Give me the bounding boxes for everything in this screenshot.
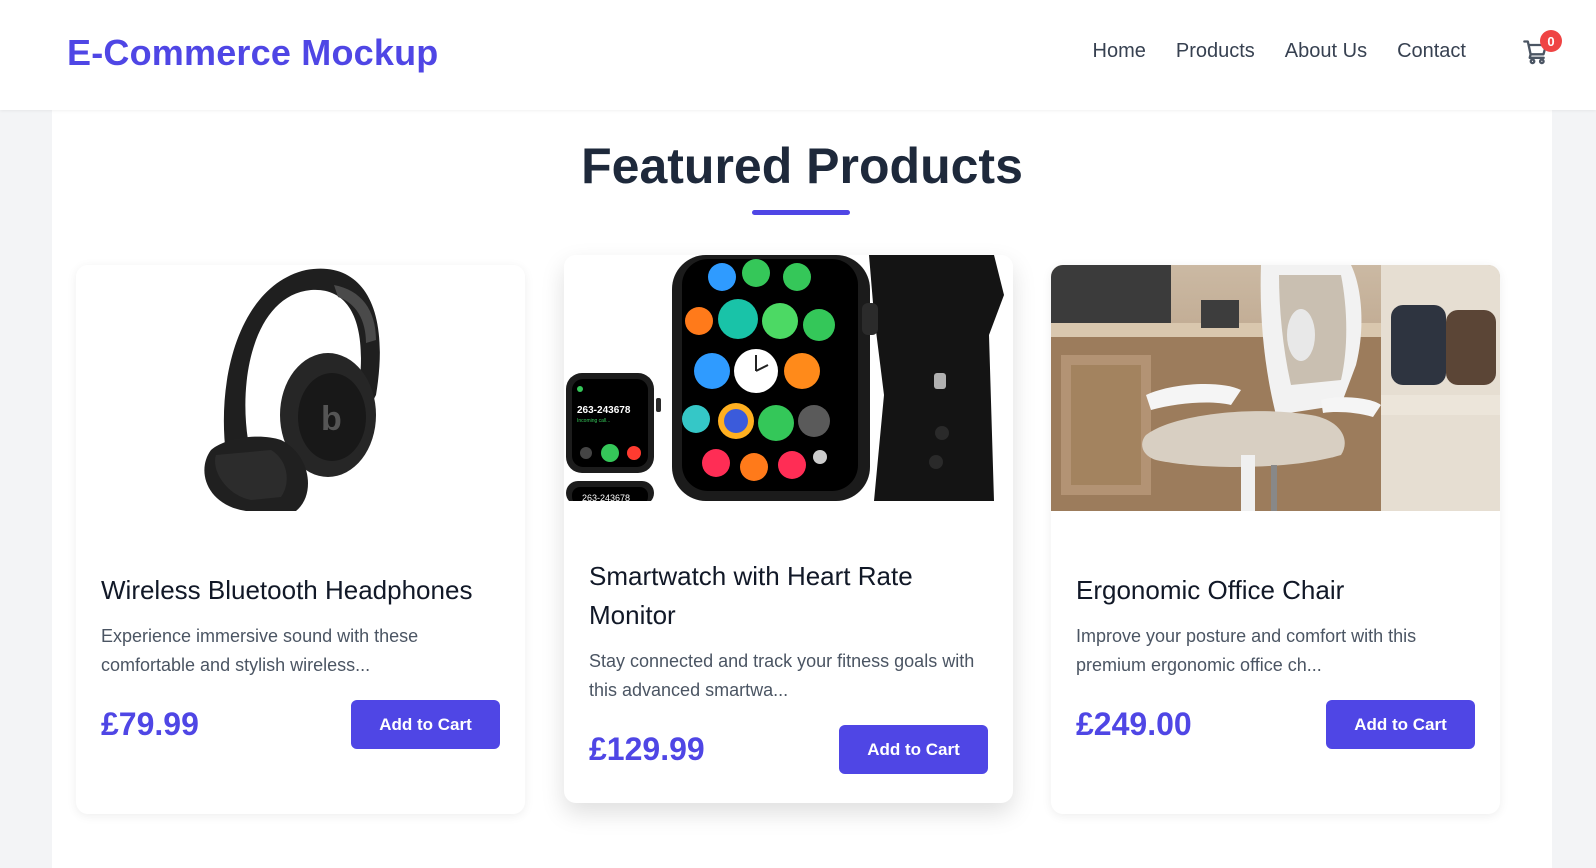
product-image-office-chair[interactable] <box>1051 265 1500 511</box>
product-description: Improve your posture and comfort with th… <box>1076 626 1417 675</box>
title-underline <box>752 210 850 215</box>
card-body: Wireless Bluetooth Headphones Experience… <box>76 511 525 749</box>
card-footer: £249.00 Add to Cart <box>1076 700 1475 749</box>
product-description: Experience immersive sound with these co… <box>101 626 419 675</box>
smartwatch-image: 263-243678 Incoming call... 263-243678 <box>564 255 1013 501</box>
product-price: £249.00 <box>1076 706 1192 742</box>
add-to-cart-button[interactable]: Add to Cart <box>351 700 500 749</box>
product-image-headphones[interactable]: b <box>76 265 525 511</box>
product-card-headphones: b Wireless Bluetooth Headphones Experien… <box>76 265 525 814</box>
featured-section: Featured Products b Wireless Bluetooth H… <box>52 110 1552 868</box>
brand-logo[interactable]: E-Commerce Mockup <box>67 32 439 74</box>
product-image-smartwatch[interactable]: 263-243678 Incoming call... 263-243678 <box>564 255 1013 501</box>
product-price: £79.99 <box>101 706 199 742</box>
add-to-cart-button[interactable]: Add to Cart <box>1326 700 1475 749</box>
main-nav: Home Products About Us Contact <box>1093 40 1467 63</box>
product-name[interactable]: Ergonomic Office Chair <box>1076 571 1475 610</box>
office-chair-image <box>1051 265 1500 511</box>
cart-button[interactable]: 0 <box>1522 30 1562 68</box>
add-to-cart-button[interactable]: Add to Cart <box>839 725 988 774</box>
nav-home[interactable]: Home <box>1093 40 1146 63</box>
product-card-smartwatch: 263-243678 Incoming call... 263-243678 S… <box>564 255 1013 803</box>
nav-about-us[interactable]: About Us <box>1285 40 1367 63</box>
product-name[interactable]: Smartwatch with Heart Rate Monitor <box>589 557 988 635</box>
watch-screen-number: 263-243678 <box>577 405 631 416</box>
product-name[interactable]: Wireless Bluetooth Headphones <box>101 571 500 610</box>
product-card-office-chair: Ergonomic Office Chair Improve your post… <box>1051 265 1500 814</box>
page-title: Featured Products <box>581 138 1023 194</box>
watch-screen-subtext: Incoming call... <box>577 418 610 424</box>
cart-count-badge: 0 <box>1540 30 1562 52</box>
watch-screen-number-2: 263-243678 <box>582 493 630 501</box>
card-body: Ergonomic Office Chair Improve your post… <box>1051 511 1500 749</box>
svg-text:b: b <box>321 400 342 438</box>
card-footer: £129.99 Add to Cart <box>589 725 988 774</box>
product-price: £129.99 <box>589 731 705 767</box>
card-footer: £79.99 Add to Cart <box>101 700 500 749</box>
nav-contact[interactable]: Contact <box>1397 40 1466 63</box>
product-description: Stay connected and track your fitness go… <box>589 651 975 700</box>
headphones-image: b <box>76 265 525 511</box>
nav-products[interactable]: Products <box>1176 40 1255 63</box>
site-header: E-Commerce Mockup Home Products About Us… <box>0 0 1596 110</box>
card-body: Smartwatch with Heart Rate Monitor Stay … <box>564 501 1013 774</box>
